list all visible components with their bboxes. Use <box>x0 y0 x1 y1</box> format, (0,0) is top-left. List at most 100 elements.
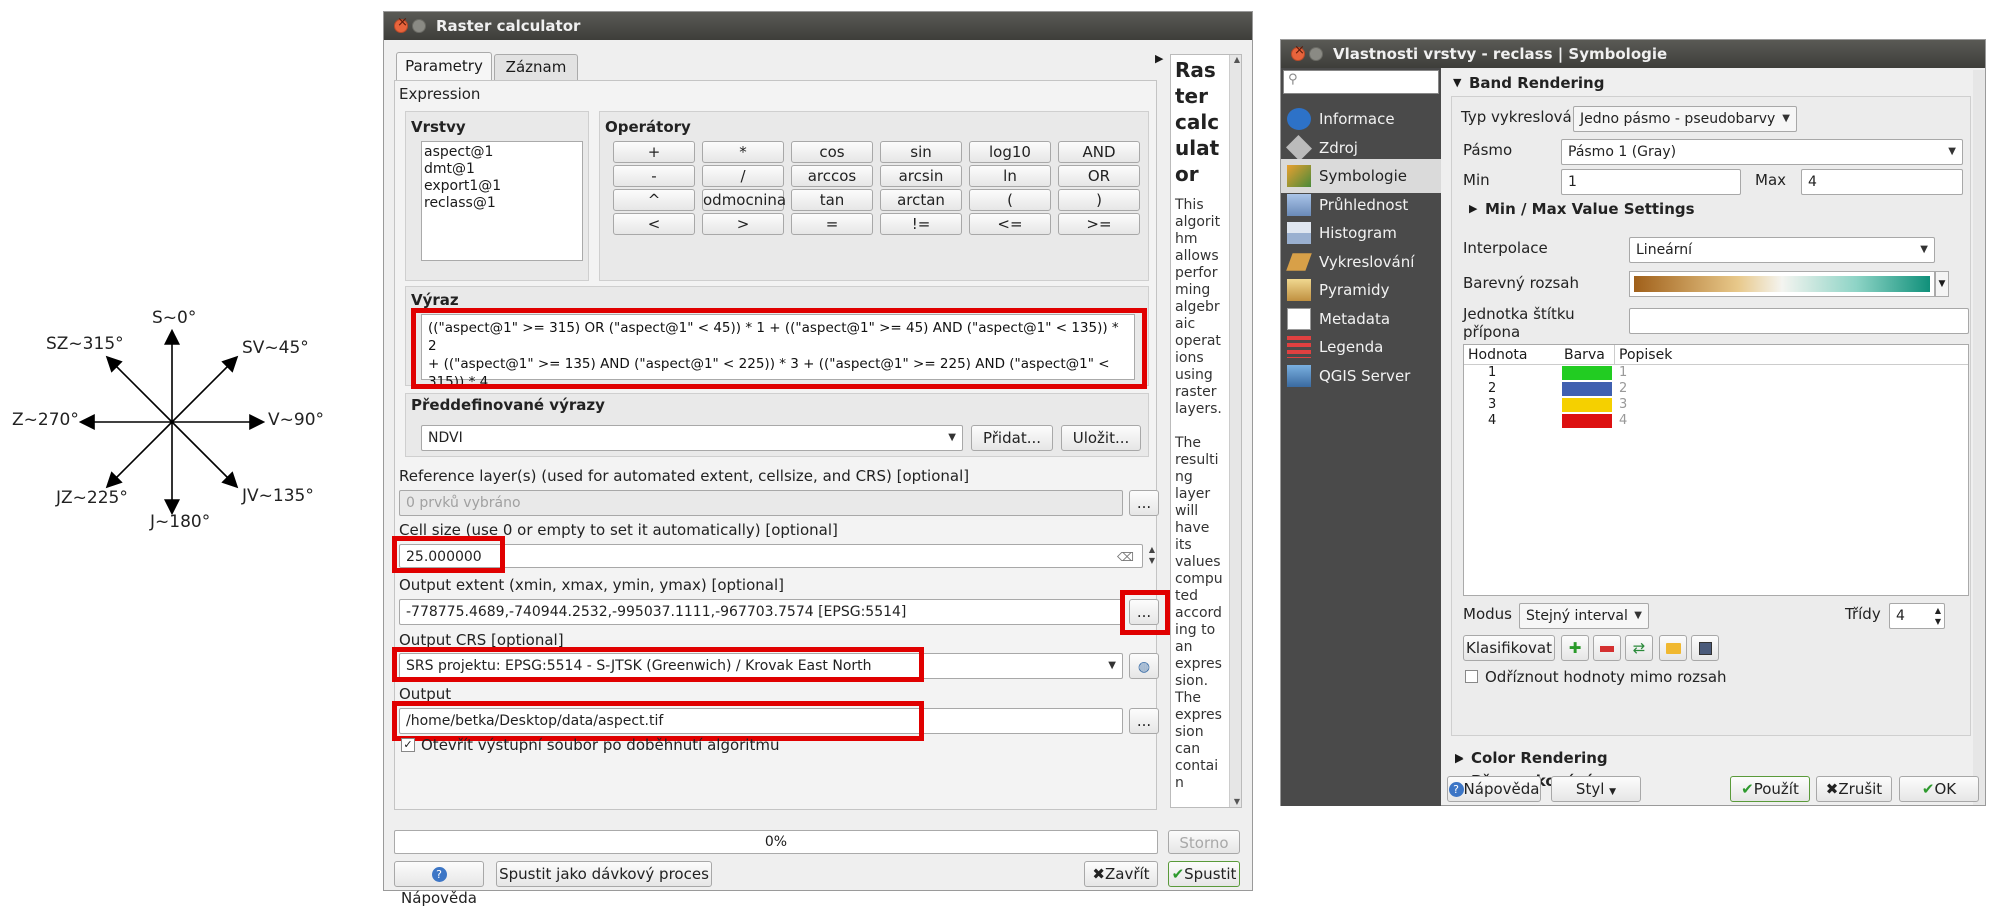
class-color-swatch[interactable] <box>1562 398 1612 412</box>
lp-titlebar[interactable]: Vlastnosti vrstvy - reclass | Symbologie <box>1281 40 1985 68</box>
operator-button[interactable]: / <box>702 165 784 187</box>
remove-class-button[interactable] <box>1593 635 1621 661</box>
color-rendering-header[interactable]: Color Rendering <box>1471 749 1608 767</box>
class-color-swatch[interactable] <box>1562 414 1612 428</box>
mode-combo[interactable]: Stejný interval ▼ <box>1519 603 1649 629</box>
class-color-swatch[interactable] <box>1562 366 1612 380</box>
open-output-checkbox[interactable]: ✓ <box>401 738 415 752</box>
classify-button[interactable]: Klasifikovat <box>1463 635 1555 661</box>
ok-button[interactable]: ✔OK <box>1899 776 1979 802</box>
apply-button[interactable]: ✔Použít <box>1730 776 1810 802</box>
table-row[interactable]: 33 <box>1464 397 1968 413</box>
table-row[interactable]: 22 <box>1464 381 1968 397</box>
rc-close-window-button[interactable] <box>394 15 408 33</box>
lp-scrollbar[interactable] <box>1973 70 1985 805</box>
color-ramp-button[interactable] <box>1629 271 1935 297</box>
help-scroll-up-icon[interactable]: ▲ <box>1234 55 1240 64</box>
interpolation-combo[interactable]: Lineární ▼ <box>1629 237 1935 263</box>
output-file-browse-button[interactable]: ... <box>1129 708 1159 734</box>
operator-button[interactable]: + <box>613 141 695 163</box>
operator-button[interactable]: sin <box>880 141 962 163</box>
classes-stepper[interactable]: ▲ ▼ <box>1935 605 1941 627</box>
lp-help-button[interactable]: ? Nápověda <box>1447 776 1541 802</box>
layer-item[interactable]: reclass@1 <box>424 195 580 212</box>
run-button[interactable]: ✔Spustit <box>1168 861 1240 887</box>
output-extent-field[interactable]: -778775.4689,-740944.2532,-995037.1111,-… <box>399 599 1123 625</box>
operator-button[interactable]: AND <box>1058 141 1140 163</box>
minmax-expand-arrow[interactable]: ▶ <box>1469 202 1477 215</box>
operator-button[interactable]: < <box>613 213 695 235</box>
rc-minimize-button[interactable] <box>412 19 426 33</box>
band-rendering-header[interactable]: Band Rendering <box>1469 74 1604 92</box>
operator-button[interactable]: * <box>702 141 784 163</box>
operator-button[interactable]: ln <box>969 165 1051 187</box>
operator-button[interactable]: ( <box>969 189 1051 211</box>
operator-button[interactable]: log10 <box>969 141 1051 163</box>
operator-button[interactable]: = <box>791 213 873 235</box>
sidebar-item-qgis-server[interactable]: QGIS Server <box>1281 359 1441 393</box>
storno-button[interactable]: Storno <box>1168 830 1240 854</box>
add-class-button[interactable]: ✚ <box>1561 635 1589 661</box>
layers-list[interactable]: aspect@1 dmt@1 export1@1 reclass@1 <box>421 141 583 261</box>
sidebar-search-input[interactable]: ⚲ <box>1283 70 1439 94</box>
clip-checkbox[interactable] <box>1465 670 1478 683</box>
operator-button[interactable]: cos <box>791 141 873 163</box>
help-scrollbar[interactable] <box>1229 55 1241 807</box>
table-row[interactable]: 11 <box>1464 365 1968 381</box>
max-input[interactable]: 4 <box>1801 169 1963 195</box>
collapse-help-arrow[interactable]: ▶ <box>1155 52 1163 65</box>
tab-zaznam[interactable]: Záznam <box>494 54 578 80</box>
table-row[interactable]: 44 <box>1464 413 1968 429</box>
operator-button[interactable]: - <box>613 165 695 187</box>
crs-select-button[interactable]: ◍ <box>1129 653 1159 679</box>
add-expression-button[interactable]: Přidat... <box>971 425 1053 451</box>
minmax-settings-header[interactable]: Min / Max Value Settings <box>1485 200 1695 218</box>
save-classes-button[interactable] <box>1691 635 1719 661</box>
layer-item[interactable]: aspect@1 <box>424 144 580 161</box>
classes-table[interactable]: Hodnota Barva Popisek 11223344 <box>1463 344 1969 596</box>
header-popisek[interactable]: Popisek <box>1614 345 1672 365</box>
header-hodnota[interactable]: Hodnota <box>1468 345 1528 365</box>
operator-button[interactable]: OR <box>1058 165 1140 187</box>
operator-button[interactable]: > <box>702 213 784 235</box>
run-batch-button[interactable]: Spustit jako dávkový proces <box>496 861 712 887</box>
min-input[interactable]: 1 <box>1561 169 1741 195</box>
operator-button[interactable]: != <box>880 213 962 235</box>
pasmo-combo[interactable]: Pásmo 1 (Gray) ▼ <box>1561 139 1963 165</box>
load-classes-button[interactable] <box>1659 635 1687 661</box>
lp-minimize-button[interactable] <box>1309 47 1323 61</box>
reference-layers-field[interactable]: 0 prvků vybráno <box>399 490 1123 516</box>
reference-layers-browse-button[interactable]: ... <box>1129 490 1159 516</box>
classes-spinbox[interactable]: 4 ▲ ▼ <box>1889 603 1945 629</box>
layer-item[interactable]: export1@1 <box>424 178 580 195</box>
operator-button[interactable]: >= <box>1058 213 1140 235</box>
lp-close-window-button[interactable] <box>1291 43 1305 61</box>
rc-titlebar[interactable]: Raster calculator <box>384 12 1252 40</box>
operator-button[interactable]: arctan <box>880 189 962 211</box>
typ-combo[interactable]: Jedno pásmo - pseudobarvy ▼ <box>1573 106 1797 132</box>
header-barva[interactable]: Barva <box>1564 345 1605 365</box>
operator-button[interactable]: ) <box>1058 189 1140 211</box>
tab-parametry[interactable]: Parametry <box>396 52 492 80</box>
class-color-swatch[interactable] <box>1562 382 1612 396</box>
band-rendering-arrow[interactable]: ▼ <box>1453 76 1461 89</box>
clear-icon[interactable]: ⌫ <box>1117 545 1134 567</box>
predefined-combo[interactable]: NDVI ▼ <box>421 425 963 451</box>
help-scroll-down-icon[interactable]: ▼ <box>1234 797 1240 806</box>
operator-button[interactable]: arcsin <box>880 165 962 187</box>
color-rendering-arrow-2[interactable]: ▶ <box>1455 751 1463 764</box>
operator-button[interactable]: arccos <box>791 165 873 187</box>
close-button[interactable]: ✖Zavřít <box>1084 861 1158 887</box>
operator-button[interactable]: odmocnina <box>702 189 786 211</box>
cancel-button[interactable]: ✖Zrušit <box>1816 776 1892 802</box>
cell-size-stepper[interactable]: ▲ ▼ <box>1145 544 1159 568</box>
save-expression-button[interactable]: Uložit... <box>1061 425 1141 451</box>
style-button[interactable]: Styl ▼ <box>1551 776 1641 802</box>
invert-colors-button[interactable]: ⇄ <box>1625 635 1653 661</box>
operator-button[interactable]: <= <box>969 213 1051 235</box>
rc-help-button[interactable]: ? Nápověda <box>394 861 484 907</box>
unit-suffix-input[interactable] <box>1629 308 1969 334</box>
cell-size-spinbox[interactable]: 25.000000 ⌫ <box>399 544 1143 568</box>
color-ramp-dropdown[interactable]: ▼ <box>1935 271 1949 297</box>
layer-item[interactable]: dmt@1 <box>424 161 580 178</box>
